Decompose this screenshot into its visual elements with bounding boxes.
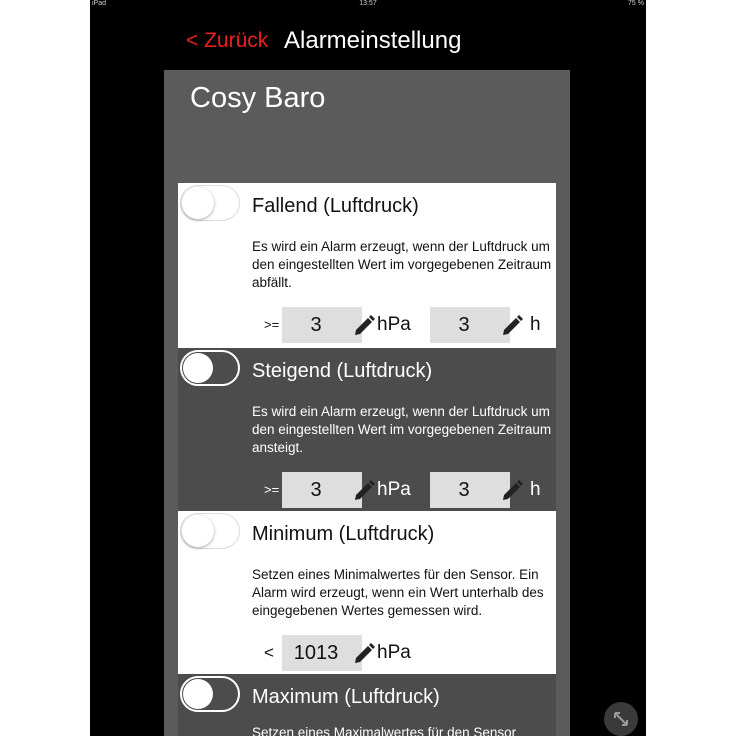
pressure-unit: hPa [377,479,411,500]
battery-level: 75 % [628,0,644,7]
maximum-alarm-toggle[interactable] [180,676,240,712]
alarm-description: Setzen eines Maximalwertes für den Senso… [252,725,517,736]
pencil-icon[interactable] [500,479,524,503]
pencil-icon[interactable] [352,479,376,503]
pressure-unit: hPa [377,314,411,335]
alarm-settings-panel: Cosy Baro Fallend (Luftdruck) Es wird ei… [164,70,570,736]
alarm-card-rising: Steigend (Luftdruck) Es wird ein Alarm e… [178,348,556,511]
toggle-knob [183,679,213,709]
pressure-value-field[interactable]: 1013 [282,635,362,671]
toggle-knob [182,515,214,547]
page-title: Alarmeinstellung [284,27,462,54]
alarm-description: Setzen eines Minimalwertes für den Senso… [252,567,544,618]
time-unit: h [530,479,541,500]
alarm-title: Fallend (Luftdruck) [252,195,419,217]
alarm-title: Steigend (Luftdruck) [252,360,433,382]
falling-alarm-toggle[interactable] [180,185,240,221]
pressure-value-field[interactable]: 3 [282,307,362,343]
resize-icon [614,712,628,726]
alarm-title: Minimum (Luftdruck) [252,523,435,545]
operator-label: >= [264,482,280,497]
minimum-alarm-toggle[interactable] [180,513,240,549]
alarm-description: Es wird ein Alarm erzeugt, wenn der Luft… [252,239,552,290]
device-name: Cosy Baro [190,82,326,114]
back-button[interactable]: < Zurück [186,29,268,53]
time-value-field[interactable]: 3 [430,472,510,508]
status-time: 13:57 [359,0,377,7]
ipad-screen: iPad 13:57 75 % < Zurück Alarmeinstellun… [90,0,646,736]
alarm-card-maximum: Maximum (Luftdruck) Setzen eines Maximal… [178,674,556,736]
rising-alarm-toggle[interactable] [180,350,240,386]
alarm-title: Maximum (Luftdruck) [252,686,440,708]
toggle-knob [183,353,213,383]
toggle-knob [182,187,214,219]
status-bar: iPad 13:57 75 % [90,0,646,10]
pressure-unit: hPa [377,642,411,663]
pencil-icon[interactable] [352,642,376,666]
operator-label: >= [264,317,280,332]
navigation-bar: < Zurück Alarmeinstellung [90,22,646,62]
time-unit: h [530,314,541,335]
alarm-card-minimum: Minimum (Luftdruck) Setzen eines Minimal… [178,511,556,674]
operator-label: < [264,643,274,662]
alarm-description: Es wird ein Alarm erzeugt, wenn der Luft… [252,404,552,455]
pencil-icon[interactable] [500,314,524,338]
alarm-card-falling: Fallend (Luftdruck) Es wird ein Alarm er… [178,183,556,348]
fullscreen-button[interactable] [604,702,638,736]
pencil-icon[interactable] [352,314,376,338]
time-value-field[interactable]: 3 [430,307,510,343]
pressure-value-field[interactable]: 3 [282,472,362,508]
